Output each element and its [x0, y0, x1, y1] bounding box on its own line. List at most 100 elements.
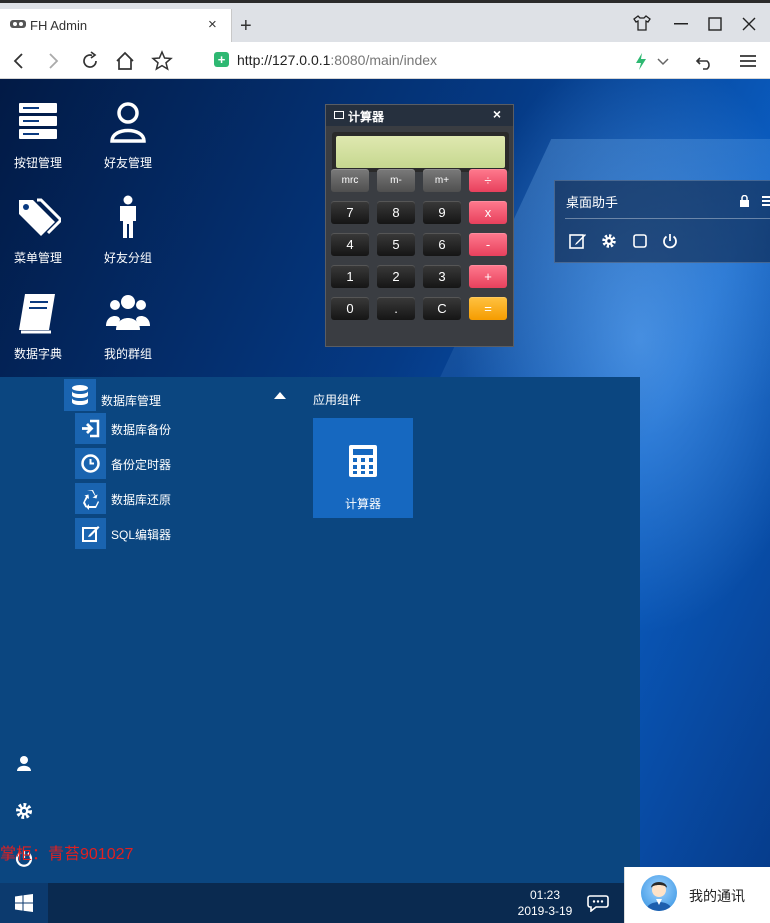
- menu-icon[interactable]: [737, 50, 759, 72]
- reload-icon[interactable]: [79, 50, 101, 72]
- tab-title: FH Admin: [30, 18, 88, 33]
- undo-icon[interactable]: [694, 50, 716, 72]
- calc-key[interactable]: 1: [331, 265, 369, 288]
- new-tab-button[interactable]: +: [240, 16, 252, 36]
- lightning-icon[interactable]: [630, 50, 652, 72]
- menu-item-icon-box: [75, 448, 106, 479]
- calc-key[interactable]: C: [423, 297, 461, 320]
- helper-divider: [565, 218, 770, 219]
- calc-key[interactable]: mrc: [331, 169, 369, 192]
- menu-item-icon-box: [75, 483, 106, 514]
- desktop-icon-my-groups[interactable]: 我的群组: [93, 290, 163, 362]
- calc-key[interactable]: 9: [423, 201, 461, 224]
- calc-key[interactable]: 7: [331, 201, 369, 224]
- menu-group-label: 数据库管理: [101, 394, 162, 408]
- calc-key[interactable]: 2: [377, 265, 415, 288]
- menu-item-database-backup[interactable]: 数据库备份: [75, 413, 275, 445]
- shirt-icon[interactable]: [633, 14, 651, 32]
- start-menu-panel: 数据库管理 数据库备份 备份定时器 数据库还原 SQL编辑器 应用组件 计算器 …: [0, 377, 640, 883]
- calculator-close-button[interactable]: ×: [493, 106, 501, 122]
- calc-key[interactable]: x: [469, 201, 507, 224]
- server-stack-icon: [19, 103, 57, 139]
- start-button[interactable]: [0, 883, 48, 923]
- gear-icon[interactable]: [600, 232, 618, 250]
- back-icon[interactable]: [8, 50, 30, 72]
- desktop-helper-panel: 桌面助手: [554, 180, 770, 263]
- menu-item-sql-editor[interactable]: SQL编辑器: [75, 518, 275, 550]
- calculator-display-frame: [332, 132, 509, 172]
- tab-close-button[interactable]: ×: [208, 16, 217, 33]
- recycle-icon: [83, 490, 99, 510]
- menu-item-backup-timer[interactable]: 备份定时器: [75, 448, 275, 480]
- calc-key[interactable]: m+: [423, 169, 461, 192]
- calc-key[interactable]: +: [469, 265, 507, 288]
- close-window-icon[interactable]: [742, 17, 756, 31]
- menu-item-label: 数据库备份: [111, 423, 172, 437]
- power-icon[interactable]: [661, 232, 679, 250]
- calc-key[interactable]: .: [377, 297, 415, 320]
- app-tile-label: 计算器: [344, 497, 381, 511]
- calculator-window: 计算器 × mrc m-m+ ÷ 7 8 9 x 4 5 6- 1 2 3 +0. C =: [325, 104, 514, 347]
- square-icon[interactable]: [631, 232, 649, 250]
- home-icon[interactable]: [114, 50, 136, 72]
- forward-icon[interactable]: [42, 50, 64, 72]
- collapse-arrow-icon[interactable]: [274, 392, 286, 399]
- calc-key[interactable]: 4: [331, 233, 369, 256]
- desktop-icon-label: 按钮管理: [13, 156, 62, 170]
- app-tile-calculator[interactable]: 计算器: [313, 418, 413, 518]
- my-contacts-panel[interactable]: 我的通讯: [624, 867, 770, 923]
- calc-key[interactable]: =: [469, 297, 507, 320]
- calc-key[interactable]: -: [469, 233, 507, 256]
- desktop: 按钮管理 好友管理 菜单管理 好友分组 数据字典 我的群组 计算器 × mrc …: [0, 79, 770, 923]
- secure-shield-icon: +: [214, 52, 229, 67]
- minimize-icon[interactable]: [674, 23, 688, 25]
- calc-key[interactable]: 0: [331, 297, 369, 320]
- app-group-title: 应用组件: [313, 393, 362, 407]
- address-bar[interactable]: http://127.0.0.1:8080/main/index: [237, 52, 437, 68]
- menu-group-database-management[interactable]: 数据库管理: [64, 379, 290, 411]
- sign-in-icon: [82, 419, 100, 438]
- maximize-icon[interactable]: [708, 17, 722, 31]
- browser-nav-bar: + http://127.0.0.1:8080/main/index: [0, 42, 770, 79]
- window-icon: [334, 111, 344, 119]
- settings-gear-icon[interactable]: [14, 801, 34, 821]
- calc-key[interactable]: m-: [377, 169, 415, 192]
- calc-key[interactable]: 3: [423, 265, 461, 288]
- clock-icon: [81, 454, 100, 473]
- edit-square-icon: [82, 526, 100, 542]
- list-menu-icon[interactable]: [762, 195, 770, 207]
- calculator-display: [336, 136, 505, 168]
- edit-icon[interactable]: [569, 232, 587, 250]
- desktop-icon-menu-management[interactable]: 菜单管理: [3, 194, 73, 266]
- desktop-icon-data-dictionary[interactable]: 数据字典: [3, 290, 73, 362]
- lock-icon[interactable]: [739, 195, 750, 207]
- browser-tab[interactable]: FH Admin ×: [0, 9, 232, 42]
- menu-item-label: SQL编辑器: [111, 528, 172, 542]
- menu-item-database-restore[interactable]: 数据库还原: [75, 483, 275, 515]
- avatar-person-icon: [646, 882, 672, 911]
- calc-key[interactable]: ÷: [469, 169, 507, 192]
- star-icon[interactable]: [151, 50, 173, 72]
- calculator-title: 计算器: [348, 110, 385, 124]
- calc-key[interactable]: 6: [423, 233, 461, 256]
- database-icon: [72, 385, 88, 405]
- user-icon[interactable]: [14, 754, 34, 774]
- desktop-icon-friend-management[interactable]: 好友管理: [93, 99, 163, 171]
- calculator-icon: [349, 445, 377, 477]
- browser-tab-bar: FH Admin × +: [0, 0, 770, 42]
- chat-bubble-icon[interactable]: [587, 894, 609, 912]
- calculator-titlebar[interactable]: 计算器 ×: [326, 105, 513, 126]
- desktop-icon-label: 好友分组: [103, 251, 152, 265]
- menu-group-icon-box: [64, 379, 96, 411]
- calc-key[interactable]: 8: [377, 201, 415, 224]
- menu-item-icon-box: [75, 518, 106, 549]
- desktop-icon-label: 好友管理: [103, 156, 152, 170]
- menu-item-icon-box: [75, 413, 106, 444]
- windows-logo-icon: [15, 894, 33, 912]
- calc-key[interactable]: 5: [377, 233, 415, 256]
- chevron-down-icon[interactable]: [652, 50, 674, 72]
- desktop-icon-label: 菜单管理: [13, 251, 62, 265]
- taskbar-clock[interactable]: 01:23 2019-3-19: [512, 887, 578, 919]
- desktop-icon-friend-groups[interactable]: 好友分组: [93, 194, 163, 266]
- desktop-icon-button-management[interactable]: 按钮管理: [3, 99, 73, 171]
